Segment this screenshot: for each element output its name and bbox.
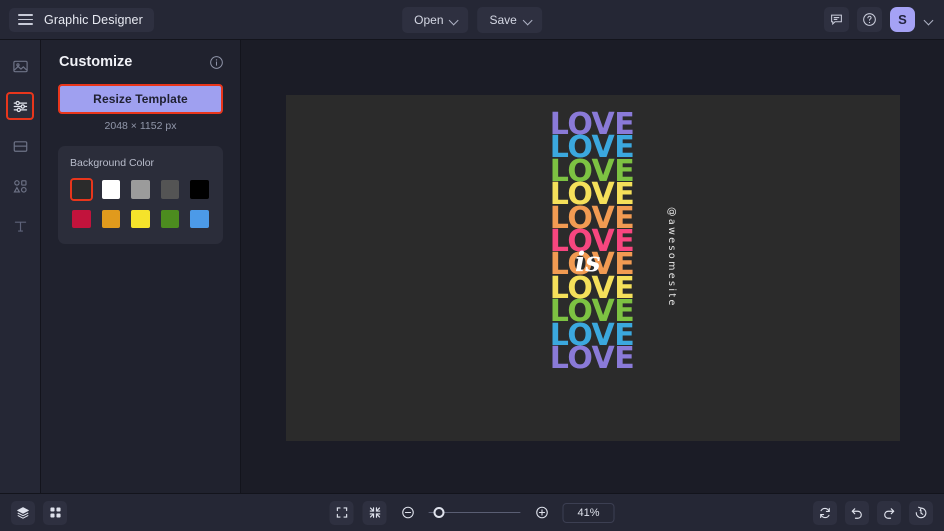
header-center-actions: Open Save <box>402 6 542 33</box>
header-right-actions: S <box>824 7 935 32</box>
color-swatch-fill <box>190 209 210 229</box>
rail-item-text[interactable] <box>6 212 34 240</box>
grid-button[interactable] <box>43 500 67 525</box>
color-swatch-fill <box>160 180 180 199</box>
color-swatch[interactable] <box>159 178 182 201</box>
color-swatch-fill <box>72 180 91 199</box>
comment-icon <box>831 14 842 26</box>
save-button[interactable]: Save <box>477 6 542 33</box>
app-root: Graphic Designer Open Save S Customize R… <box>0 0 944 531</box>
history-button[interactable] <box>909 500 933 525</box>
open-label: Open <box>414 12 444 27</box>
chevron-down-icon <box>925 16 933 24</box>
app-title: Graphic Designer <box>44 12 143 27</box>
template-layout-icon <box>13 140 27 152</box>
artwork-handle-text[interactable]: @awesomesite <box>666 207 677 308</box>
artwork-love-stack[interactable]: LOVE LOVE LOVE LOVE LOVE LOVE LOVE LOVE LOVE LOVE… <box>529 109 655 376</box>
layers-button[interactable] <box>11 500 35 525</box>
open-button[interactable]: Open <box>402 6 469 33</box>
rail-item-images[interactable] <box>6 52 34 80</box>
color-swatch[interactable] <box>129 208 152 231</box>
save-label: Save <box>489 12 517 27</box>
zoom-slider-knob[interactable] <box>433 507 445 518</box>
zoom-in-button[interactable] <box>530 501 554 525</box>
app-header: Graphic Designer Open Save S <box>0 0 944 40</box>
color-swatch[interactable] <box>70 178 93 201</box>
color-swatch-fill <box>190 180 210 199</box>
info-circle-icon <box>210 55 223 69</box>
zoom-in-icon <box>535 506 548 519</box>
color-swatch[interactable] <box>100 178 123 201</box>
redo-button[interactable] <box>877 500 901 525</box>
resize-template-section: Resize Template 2048 × 1152 px <box>41 84 240 132</box>
artboard[interactable]: LOVE LOVE LOVE LOVE LOVE LOVE LOVE LOVE LOVE LOVE… <box>286 95 900 441</box>
shapes-icon <box>12 179 27 193</box>
panel-header: Customize <box>41 54 240 70</box>
color-swatch-fill <box>101 180 121 199</box>
fit-screen-icon <box>336 507 347 518</box>
color-swatch[interactable] <box>129 178 152 201</box>
brand-menu-button[interactable]: Graphic Designer <box>9 7 154 32</box>
color-swatch[interactable] <box>188 178 211 201</box>
background-color-label: Background Color <box>70 157 155 169</box>
chevron-down-icon <box>451 16 459 24</box>
reset-icon <box>820 507 830 518</box>
color-swatch-fill <box>72 209 91 229</box>
tool-rail <box>0 40 41 493</box>
artwork-love-row: LOVE <box>549 340 635 376</box>
background-color-card: Background Color <box>58 146 223 245</box>
panel-title: Customize <box>59 54 133 70</box>
canvas-workspace[interactable]: LOVE LOVE LOVE LOVE LOVE LOVE LOVE LOVE LOVE LOVE… <box>241 40 944 493</box>
color-swatch-fill <box>101 209 121 229</box>
zoom-controls: 41% <box>329 500 615 525</box>
zoom-level-value[interactable]: 41% <box>562 502 615 523</box>
color-swatch-fill <box>131 180 150 199</box>
rail-item-templates[interactable] <box>6 132 34 160</box>
bottom-left-tools <box>11 500 67 525</box>
color-swatch[interactable] <box>159 208 182 231</box>
background-color-swatches <box>70 178 211 230</box>
shrink-to-fit-button[interactable] <box>362 500 387 525</box>
template-dimensions: 2048 × 1152 px <box>104 120 177 132</box>
bottom-toolbar: 41% <box>0 493 944 531</box>
help-circle-icon <box>863 13 876 26</box>
color-swatch[interactable] <box>100 208 123 231</box>
history-icon <box>915 506 927 518</box>
hamburger-icon <box>18 14 33 25</box>
customize-panel: Customize Resize Template 2048 × 1152 px… <box>41 40 241 493</box>
undo-button[interactable] <box>845 500 869 525</box>
zoom-out-icon <box>401 506 414 519</box>
zoom-slider[interactable] <box>428 506 521 520</box>
artwork-is-text[interactable]: is <box>575 247 600 278</box>
image-icon <box>12 60 28 72</box>
user-menu-chevron[interactable] <box>923 16 935 24</box>
zoom-out-button[interactable] <box>396 501 420 525</box>
app-body: Customize Resize Template 2048 × 1152 px… <box>0 40 944 493</box>
color-swatch[interactable] <box>188 208 211 231</box>
redo-icon <box>884 507 895 519</box>
layers-icon <box>17 506 29 519</box>
undo-icon <box>851 507 862 519</box>
user-avatar[interactable]: S <box>890 7 915 32</box>
help-button[interactable] <box>857 7 882 32</box>
rail-item-customize[interactable] <box>6 92 34 120</box>
shrink-to-fit-icon <box>369 507 380 518</box>
rail-item-shapes[interactable] <box>6 172 34 200</box>
bottom-right-tools <box>813 500 933 525</box>
fit-screen-button[interactable] <box>329 500 354 525</box>
color-swatch[interactable] <box>70 208 93 231</box>
resize-template-button[interactable]: Resize Template <box>58 84 223 114</box>
text-icon <box>14 221 26 232</box>
panel-info-button[interactable] <box>209 55 224 70</box>
comment-button[interactable] <box>824 7 849 32</box>
color-swatch-fill <box>131 209 150 229</box>
chevron-down-icon <box>524 16 532 24</box>
grid-icon <box>49 507 61 518</box>
sliders-icon <box>13 100 27 112</box>
reset-button[interactable] <box>813 500 837 525</box>
color-swatch-fill <box>160 209 180 229</box>
